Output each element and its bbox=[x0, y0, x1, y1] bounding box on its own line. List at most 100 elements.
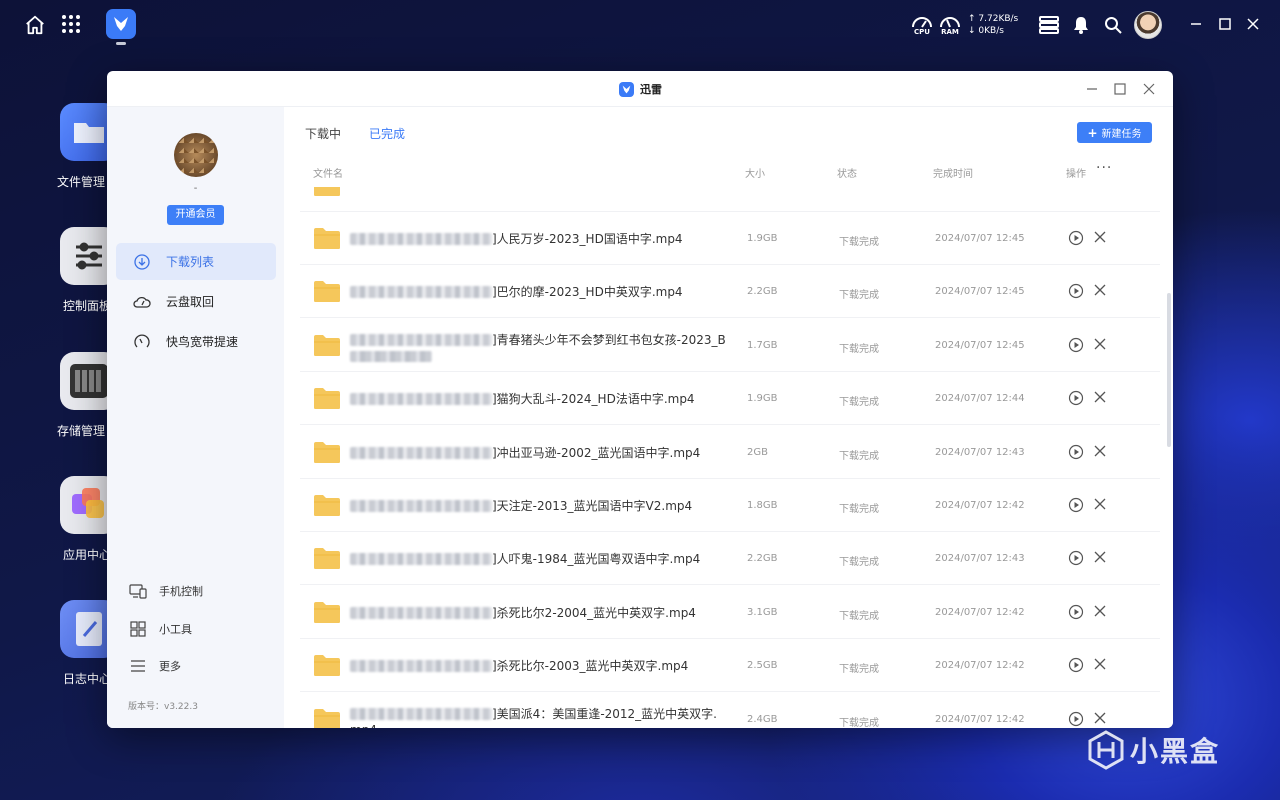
download-speed: ↓ 0KB/s bbox=[968, 26, 1004, 36]
xunlei-window: 迅雷 - 开通会员 下载列表 云盘取回 快鸟宽带提速 手机控制 小工具 更多 版… bbox=[107, 71, 1173, 728]
cpu-gauge-icon[interactable]: CPU bbox=[911, 14, 933, 40]
redacted-prefix bbox=[350, 606, 492, 619]
more-options-icon[interactable]: ··· bbox=[1096, 160, 1112, 176]
file-name[interactable]: ]猫狗大乱斗-2024_HD法语中字.mp4 bbox=[350, 391, 740, 407]
table-row[interactable]: ]人吓鬼-1984_蓝光国粤双语中字.mp4 2.2GB 下载完成 2024/07/0… bbox=[300, 532, 1160, 586]
redacted-prefix bbox=[350, 393, 492, 406]
delete-icon[interactable] bbox=[1093, 550, 1107, 564]
search-icon[interactable] bbox=[1103, 14, 1123, 36]
table-row[interactable]: ]冲出亚马逊-2002_蓝光国语中字.mp4 2GB 下载完成 2024/07/07 … bbox=[300, 426, 1160, 479]
table-row[interactable]: ]杀死比尔2-2004_蓝光中英双字.mp4 3.1GB 下载完成 2024/07/0… bbox=[300, 586, 1160, 639]
delete-icon[interactable] bbox=[1093, 444, 1107, 458]
file-name[interactable]: ]杀死比尔-2003_蓝光中英双字.mp4 bbox=[350, 658, 740, 674]
file-name-line1: ]青春猪头少年不会梦到红书包女孩-2023_B bbox=[492, 332, 726, 347]
file-name[interactable]: ]人吓鬼-1984_蓝光国粤双语中字.mp4 bbox=[350, 551, 740, 567]
delete-icon[interactable] bbox=[1093, 711, 1107, 725]
desktop-close-icon[interactable] bbox=[1243, 14, 1263, 34]
file-name-line1: ]美国派4：美国重逢-2012_蓝光中英双字. bbox=[492, 706, 718, 721]
file-size: 1.8GB bbox=[747, 500, 778, 511]
column-header-size[interactable]: 大小 bbox=[745, 165, 765, 180]
sidebar-item-cloud-retrieve[interactable]: 云盘取回 bbox=[116, 283, 276, 320]
play-icon[interactable] bbox=[1068, 444, 1084, 460]
desktop-minimize-icon[interactable] bbox=[1186, 14, 1206, 34]
delete-icon[interactable] bbox=[1093, 337, 1107, 351]
file-completed-time: 2024/07/07 12:45 bbox=[935, 286, 1025, 298]
network-speed: ↑ 7.72KB/s ↓ 0KB/s bbox=[968, 13, 1018, 37]
file-size: 2GB bbox=[747, 446, 768, 458]
sidebar-item-label: 快鸟宽带提速 bbox=[166, 335, 239, 349]
file-completed-time: 2024/07/07 12:42 bbox=[935, 713, 1025, 725]
file-name[interactable]: ]杀死比尔2-2004_蓝光中英双字.mp4 bbox=[350, 605, 740, 621]
column-header-time[interactable]: 完成时间 bbox=[933, 165, 973, 180]
delete-icon[interactable] bbox=[1093, 604, 1107, 618]
file-status: 下载完成 bbox=[839, 343, 879, 355]
sidebar-footer-more[interactable]: 更多 bbox=[129, 656, 181, 676]
file-name[interactable]: ]冲出亚马逊-2002_蓝光国语中字.mp4 bbox=[350, 445, 740, 461]
column-header-name[interactable]: 文件名 bbox=[313, 165, 343, 180]
window-titlebar[interactable]: 迅雷 bbox=[107, 71, 1173, 107]
delete-icon[interactable] bbox=[1093, 230, 1107, 244]
tab-downloading[interactable]: 下载中 bbox=[305, 125, 341, 142]
table-row[interactable]: ]猫狗大乱斗-2024_HD法语中字.mp4 1.9GB 下载完成 2024/07/0… bbox=[300, 372, 1160, 426]
ram-gauge-icon[interactable]: RAM bbox=[939, 14, 961, 40]
delete-icon[interactable] bbox=[1093, 657, 1107, 671]
table-row[interactable]: ]天注定-2013_蓝光国语中字V2.mp4 1.8GB 下载完成 2024/07/0… bbox=[300, 479, 1160, 532]
play-icon[interactable] bbox=[1068, 337, 1084, 353]
folder-icon bbox=[314, 601, 340, 623]
file-size: 2.4GB bbox=[747, 713, 778, 725]
delete-icon[interactable] bbox=[1093, 390, 1107, 404]
play-icon[interactable] bbox=[1068, 283, 1084, 299]
user-avatar-topbar[interactable] bbox=[1134, 11, 1162, 39]
play-icon[interactable] bbox=[1068, 604, 1084, 620]
tab-completed[interactable]: 已完成 bbox=[369, 125, 405, 142]
file-name-line2: mp4 bbox=[350, 722, 740, 728]
list-scrollbar[interactable] bbox=[1167, 293, 1171, 447]
desktop-maximize-icon[interactable] bbox=[1215, 14, 1235, 34]
open-vip-button[interactable]: 开通会员 bbox=[167, 205, 224, 225]
active-app-indicator bbox=[116, 42, 126, 45]
new-task-button[interactable]: + 新建任务 bbox=[1077, 122, 1152, 143]
sidebar-footer-phone-control[interactable]: 手机控制 bbox=[129, 581, 203, 601]
sidebar-item-download-list[interactable]: 下载列表 bbox=[116, 243, 276, 280]
file-name[interactable]: ]美国派4：美国重逢-2012_蓝光中英双字.mp4 bbox=[350, 706, 740, 728]
table-row[interactable]: ]人民万岁-2023_HD国语中字.mp4 1.9GB 下载完成 2024/07/07… bbox=[300, 212, 1160, 265]
app-grid-icon[interactable] bbox=[60, 13, 82, 35]
maximize-icon[interactable] bbox=[1111, 80, 1129, 98]
delete-icon[interactable] bbox=[1093, 497, 1107, 511]
menu-icon bbox=[129, 657, 147, 675]
play-icon[interactable] bbox=[1068, 550, 1084, 566]
user-avatar[interactable] bbox=[174, 133, 218, 177]
table-row[interactable]: ]青春猪头少年不会梦到红书包女孩-2023_B 1.7GB 下载完成 2024/07/… bbox=[300, 319, 1160, 372]
file-name[interactable]: ]人民万岁-2023_HD国语中字.mp4 bbox=[350, 231, 740, 247]
notification-bell-icon[interactable] bbox=[1071, 14, 1091, 36]
minimize-icon[interactable] bbox=[1083, 80, 1101, 98]
table-row[interactable]: ]美国派4：美国重逢-2012_蓝光中英双字.mp4 2.4GB 下载完成 2024/… bbox=[300, 693, 1160, 728]
play-icon[interactable] bbox=[1068, 657, 1084, 673]
table-row[interactable]: ]杀死比尔-2003_蓝光中英双字.mp4 2.5GB 下载完成 2024/07/07… bbox=[300, 639, 1160, 693]
sidebar-item-speedup[interactable]: 快鸟宽带提速 bbox=[116, 323, 276, 360]
play-icon[interactable] bbox=[1068, 497, 1084, 513]
user-name: - bbox=[193, 183, 198, 194]
folder-icon bbox=[314, 388, 340, 410]
table-row[interactable]: ]巴尔的摩-2023_HD中英双字.mp4 2.2GB 下载完成 2024/07/07… bbox=[300, 265, 1160, 319]
main-panel: 下载中 已完成 + 新建任务 文件名 大小 状态 完成时间 操作 ··· ]人民… bbox=[284, 107, 1173, 728]
play-icon[interactable] bbox=[1068, 230, 1084, 246]
table-row-partial[interactable] bbox=[300, 187, 1160, 212]
file-name[interactable]: ]天注定-2013_蓝光国语中字V2.mp4 bbox=[350, 498, 740, 514]
folder-icon bbox=[314, 334, 340, 356]
folder-icon bbox=[314, 495, 340, 516]
delete-icon[interactable] bbox=[1093, 283, 1107, 297]
folder-icon bbox=[314, 655, 340, 677]
xunlei-taskbar-icon[interactable] bbox=[106, 9, 136, 39]
sidebar-footer-tools[interactable]: 小工具 bbox=[129, 619, 192, 639]
play-icon[interactable] bbox=[1068, 711, 1084, 727]
column-header-status[interactable]: 状态 bbox=[837, 165, 857, 180]
file-name[interactable]: ]巴尔的摩-2023_HD中英双字.mp4 bbox=[350, 284, 740, 300]
sidebar-footer-label: 小工具 bbox=[159, 623, 192, 636]
play-icon[interactable] bbox=[1068, 390, 1084, 406]
close-icon[interactable] bbox=[1140, 80, 1158, 98]
home-icon[interactable] bbox=[22, 12, 48, 38]
server-status-icon[interactable] bbox=[1038, 14, 1060, 36]
file-completed-time: 2024/07/07 12:42 bbox=[935, 660, 1025, 672]
file-name[interactable]: ]青春猪头少年不会梦到红书包女孩-2023_B bbox=[350, 332, 740, 362]
